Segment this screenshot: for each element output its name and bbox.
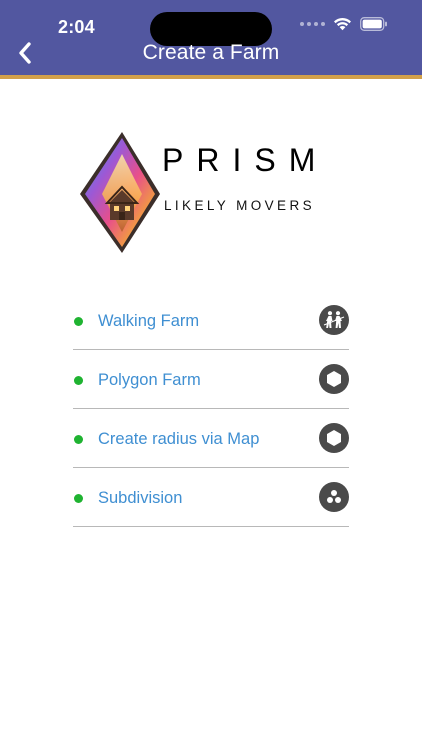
- status-dot: [74, 376, 83, 385]
- status-dot: [74, 317, 83, 326]
- brand-name: PRISM: [162, 142, 329, 178]
- status-time: 2:04: [58, 17, 95, 37]
- farm-type-list: Walking Farm Polygon Farm Create radius …: [73, 291, 349, 527]
- page-title: Create a Farm: [142, 41, 280, 64]
- nav-header: 2:04 Create a Farm: [0, 0, 422, 79]
- status-dot: [74, 435, 83, 444]
- status-icons: [300, 17, 388, 31]
- farm-option-label: Create radius via Map: [98, 430, 260, 448]
- dots-cluster-icon[interactable]: [319, 482, 349, 512]
- farm-option-label: Walking Farm: [98, 312, 200, 330]
- signal-icon: [300, 22, 325, 26]
- farm-option-label: Subdivision: [98, 489, 183, 507]
- hexagon-icon[interactable]: [319, 364, 349, 394]
- farm-option-walking[interactable]: Walking Farm: [73, 291, 349, 350]
- farm-option-subdivision[interactable]: Subdivision: [73, 468, 349, 527]
- walking-people-icon[interactable]: [319, 305, 349, 335]
- farm-option-label: Polygon Farm: [98, 371, 201, 389]
- farm-option-polygon[interactable]: Polygon Farm: [73, 350, 349, 409]
- status-dot: [74, 494, 83, 503]
- battery-icon: [360, 17, 387, 31]
- wifi-icon: [334, 17, 351, 31]
- brand-tagline: LIKELY MOVERS: [164, 198, 315, 213]
- farm-option-radius-map[interactable]: Create radius via Map: [73, 409, 349, 468]
- prism-logo: PRISM LIKELY MOVERS: [78, 130, 353, 255]
- hexagon-icon[interactable]: [319, 423, 349, 453]
- prism-diamond-logo-icon: [80, 132, 160, 253]
